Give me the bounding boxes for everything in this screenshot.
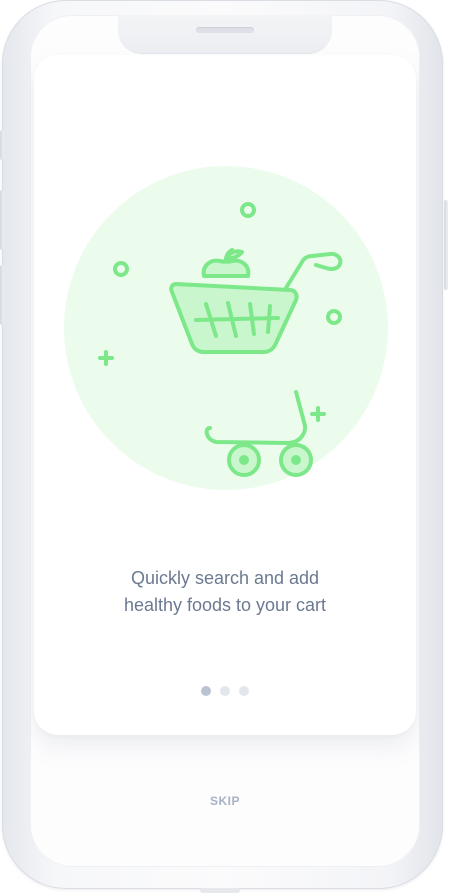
page-dot[interactable] [239, 686, 249, 696]
page-indicator [34, 686, 416, 696]
page-dot-active[interactable] [201, 686, 211, 696]
page-dot[interactable] [220, 686, 230, 696]
sparkle-plus-icon [310, 406, 326, 422]
sparkle-plus-icon [98, 350, 114, 366]
onboarding-card[interactable]: Quickly search and add healthy foods to … [34, 55, 416, 735]
phone-screen: Quickly search and add healthy foods to … [30, 15, 420, 867]
side-button [0, 130, 4, 160]
side-button [444, 200, 448, 290]
skip-button[interactable]: SKIP [30, 794, 420, 808]
shopping-cart-icon [98, 202, 343, 477]
speaker-grille [196, 27, 254, 33]
sparkle-circle-icon [240, 202, 256, 218]
bottom-bezel [200, 888, 240, 893]
side-button [0, 265, 4, 325]
side-button [0, 190, 4, 250]
onboarding-tagline: Quickly search and add healthy foods to … [123, 568, 327, 615]
sparkle-circle-icon [326, 309, 342, 325]
notch [118, 15, 332, 53]
sparkle-circle-icon [113, 261, 129, 277]
device-mockup: Quickly search and add healthy foods to … [0, 0, 449, 893]
